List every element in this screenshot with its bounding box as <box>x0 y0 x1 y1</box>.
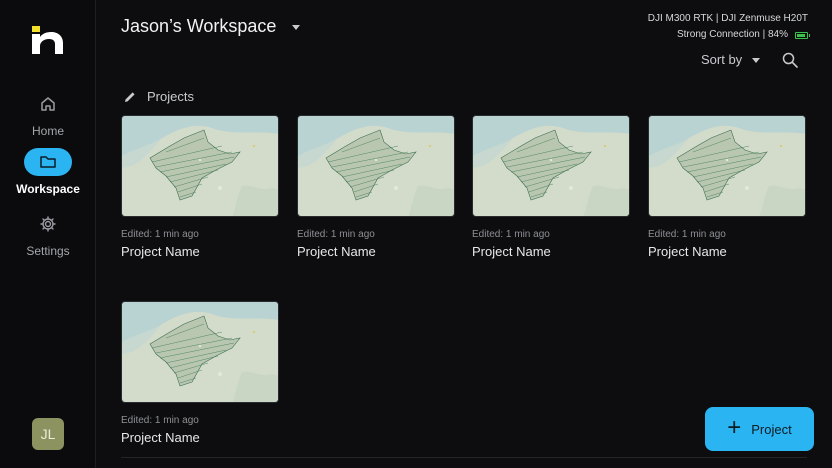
chevron-down-icon <box>292 25 301 30</box>
section-title: Projects <box>147 89 194 104</box>
folder-icon <box>24 148 72 176</box>
logo-icon[interactable] <box>32 26 64 54</box>
sidebar-item-settings[interactable]: Settings <box>0 210 96 258</box>
divider <box>121 457 807 458</box>
project-card[interactable]: Edited: 1 min ago Project Name <box>121 301 281 445</box>
sidebar-item-label: Workspace <box>16 182 80 196</box>
project-name: Project Name <box>472 244 551 259</box>
sort-dropdown[interactable]: Sort by <box>701 52 761 67</box>
new-project-label: Project <box>751 421 792 437</box>
connection-status: Strong Connection | 84% <box>648 27 810 43</box>
project-thumbnail <box>648 115 806 217</box>
project-name: Project Name <box>121 430 200 445</box>
projects-section-header: Projects <box>123 89 194 104</box>
page-title: Jason’s Workspace <box>121 16 277 36</box>
plus-icon: + <box>727 414 742 441</box>
sort-label: Sort by <box>701 52 743 67</box>
project-edited-time: Edited: 1 min ago <box>121 229 199 240</box>
project-thumbnail <box>121 115 279 217</box>
project-edited-time: Edited: 1 min ago <box>648 229 726 240</box>
project-card[interactable]: Edited: 1 min ago Project Name <box>472 115 632 259</box>
avatar[interactable]: JL <box>32 418 64 450</box>
chevron-down-icon <box>752 58 761 63</box>
pencil-icon <box>125 91 135 102</box>
project-card[interactable]: Edited: 1 min ago Project Name <box>648 115 808 259</box>
project-thumbnail <box>297 115 455 217</box>
project-card[interactable]: Edited: 1 min ago Project Name <box>297 115 457 259</box>
project-edited-time: Edited: 1 min ago <box>121 415 199 426</box>
connection-text: Strong Connection | 84% <box>676 29 788 40</box>
sidebar-item-label: Home <box>31 124 64 138</box>
device-status: DJI M300 RTK | DJI Zenmuse H20T Strong C… <box>647 11 810 43</box>
project-edited-time: Edited: 1 min ago <box>297 229 375 240</box>
project-thumbnail <box>472 115 630 217</box>
sidebar: Home Workspace Settings JL <box>0 0 96 468</box>
home-icon <box>24 90 72 118</box>
project-thumbnail <box>121 301 279 403</box>
sidebar-item-workspace[interactable]: Workspace <box>0 148 96 196</box>
new-project-button[interactable]: + Project <box>705 407 814 451</box>
search-icon[interactable] <box>781 51 799 69</box>
sidebar-item-label: Settings <box>26 244 70 258</box>
project-name: Project Name <box>297 244 376 259</box>
device-model: DJI M300 RTK | DJI Zenmuse H20T <box>647 13 808 24</box>
battery-icon <box>795 31 810 39</box>
gear-icon <box>24 210 72 238</box>
project-name: Project Name <box>121 244 200 259</box>
project-edited-time: Edited: 1 min ago <box>472 229 550 240</box>
project-card[interactable]: Edited: 1 min ago Project Name <box>121 115 281 259</box>
workspace-selector[interactable]: Jason’s Workspace <box>121 16 301 37</box>
project-name: Project Name <box>648 244 727 259</box>
sidebar-item-home[interactable]: Home <box>0 90 96 138</box>
